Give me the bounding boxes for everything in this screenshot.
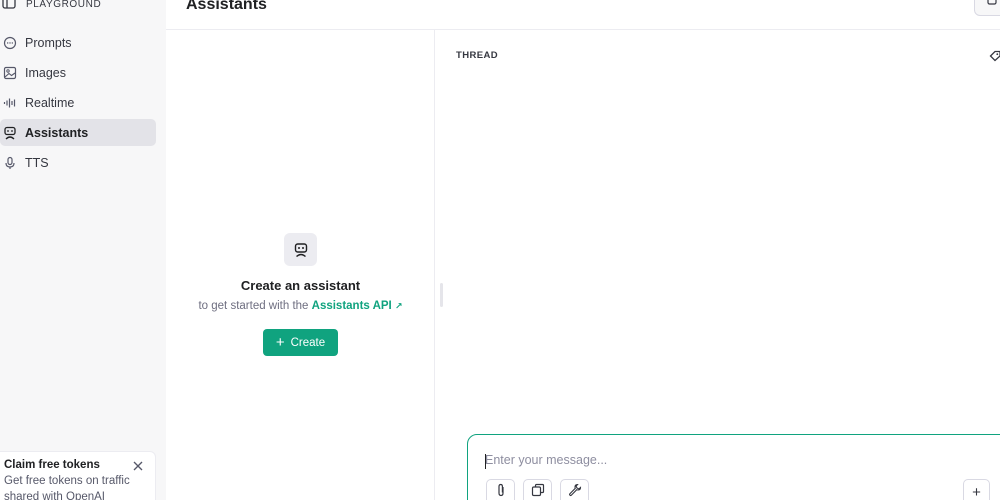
text-caret xyxy=(485,454,486,469)
assistant-panel: Create an assistant to get started with … xyxy=(166,30,435,500)
chat-bubble-icon xyxy=(0,36,20,50)
sidebar-toggle-icon[interactable] xyxy=(0,0,16,14)
microphone-icon xyxy=(0,156,20,170)
sidebar-item-prompts[interactable]: Prompts xyxy=(0,29,156,56)
sidebar-item-label: Assistants xyxy=(25,125,89,140)
sidebar-item-label: Images xyxy=(25,65,66,80)
wrench-icon xyxy=(568,483,582,500)
claim-tokens-body: Get free tokens on traffic shared with O… xyxy=(4,475,130,500)
tag-icon[interactable] xyxy=(989,49,1000,62)
plus-icon: + xyxy=(275,333,285,351)
assistants-api-link[interactable]: Assistants API xyxy=(312,300,392,312)
panel-resize-handle[interactable] xyxy=(440,283,443,307)
sidebar-item-images[interactable]: Images xyxy=(0,59,156,86)
attach-button[interactable] xyxy=(486,479,515,500)
sidebar-item-label: Realtime xyxy=(25,95,75,110)
thread-label: THREAD xyxy=(456,50,498,61)
panel-icon xyxy=(986,0,998,10)
sidebar-item-assistants[interactable]: Assistants xyxy=(0,119,156,146)
external-link-icon[interactable]: ↗ xyxy=(395,301,403,311)
message-input[interactable] xyxy=(485,453,985,467)
create-button-label: Create xyxy=(290,336,326,349)
sidebar-nav: Prompts Images Realtime Assistants TTS xyxy=(0,29,166,179)
empty-state-title: Create an assistant xyxy=(240,278,361,293)
brand-label: PLAYGROUND xyxy=(26,0,102,10)
robot-icon xyxy=(0,126,20,140)
close-icon[interactable] xyxy=(132,459,144,471)
files-button[interactable] xyxy=(523,479,552,500)
empty-state-subtitle: to get started with the Assistants API ↗ xyxy=(166,300,435,312)
sidebar-item-tts[interactable]: TTS xyxy=(0,149,156,176)
audio-wave-icon xyxy=(0,96,20,110)
claim-tokens-card: Claim free tokens Get free tokens on tra… xyxy=(0,451,156,500)
sidebar-item-realtime[interactable]: Realtime xyxy=(0,89,156,116)
sidebar: PLAYGROUND Prompts Images Realtime Assis… xyxy=(0,0,166,500)
create-assistant-button[interactable]: + Create xyxy=(263,329,338,356)
robot-icon xyxy=(284,233,317,266)
tools-button[interactable] xyxy=(560,479,589,500)
page-title: Assistants xyxy=(186,0,267,13)
sidebar-item-label: TTS xyxy=(25,155,49,170)
sidebar-item-label: Prompts xyxy=(25,35,72,50)
message-composer: + xyxy=(467,434,1000,500)
add-message-button[interactable]: + xyxy=(963,479,990,500)
page-header: Assistants xyxy=(166,0,1000,30)
brand: PLAYGROUND xyxy=(0,0,101,14)
paperclip-icon xyxy=(495,483,507,500)
header-panel-button[interactable] xyxy=(974,0,1000,16)
copy-files-icon xyxy=(531,483,545,500)
empty-state-subtitle-text: to get started with the xyxy=(198,300,309,312)
image-icon xyxy=(0,66,20,80)
